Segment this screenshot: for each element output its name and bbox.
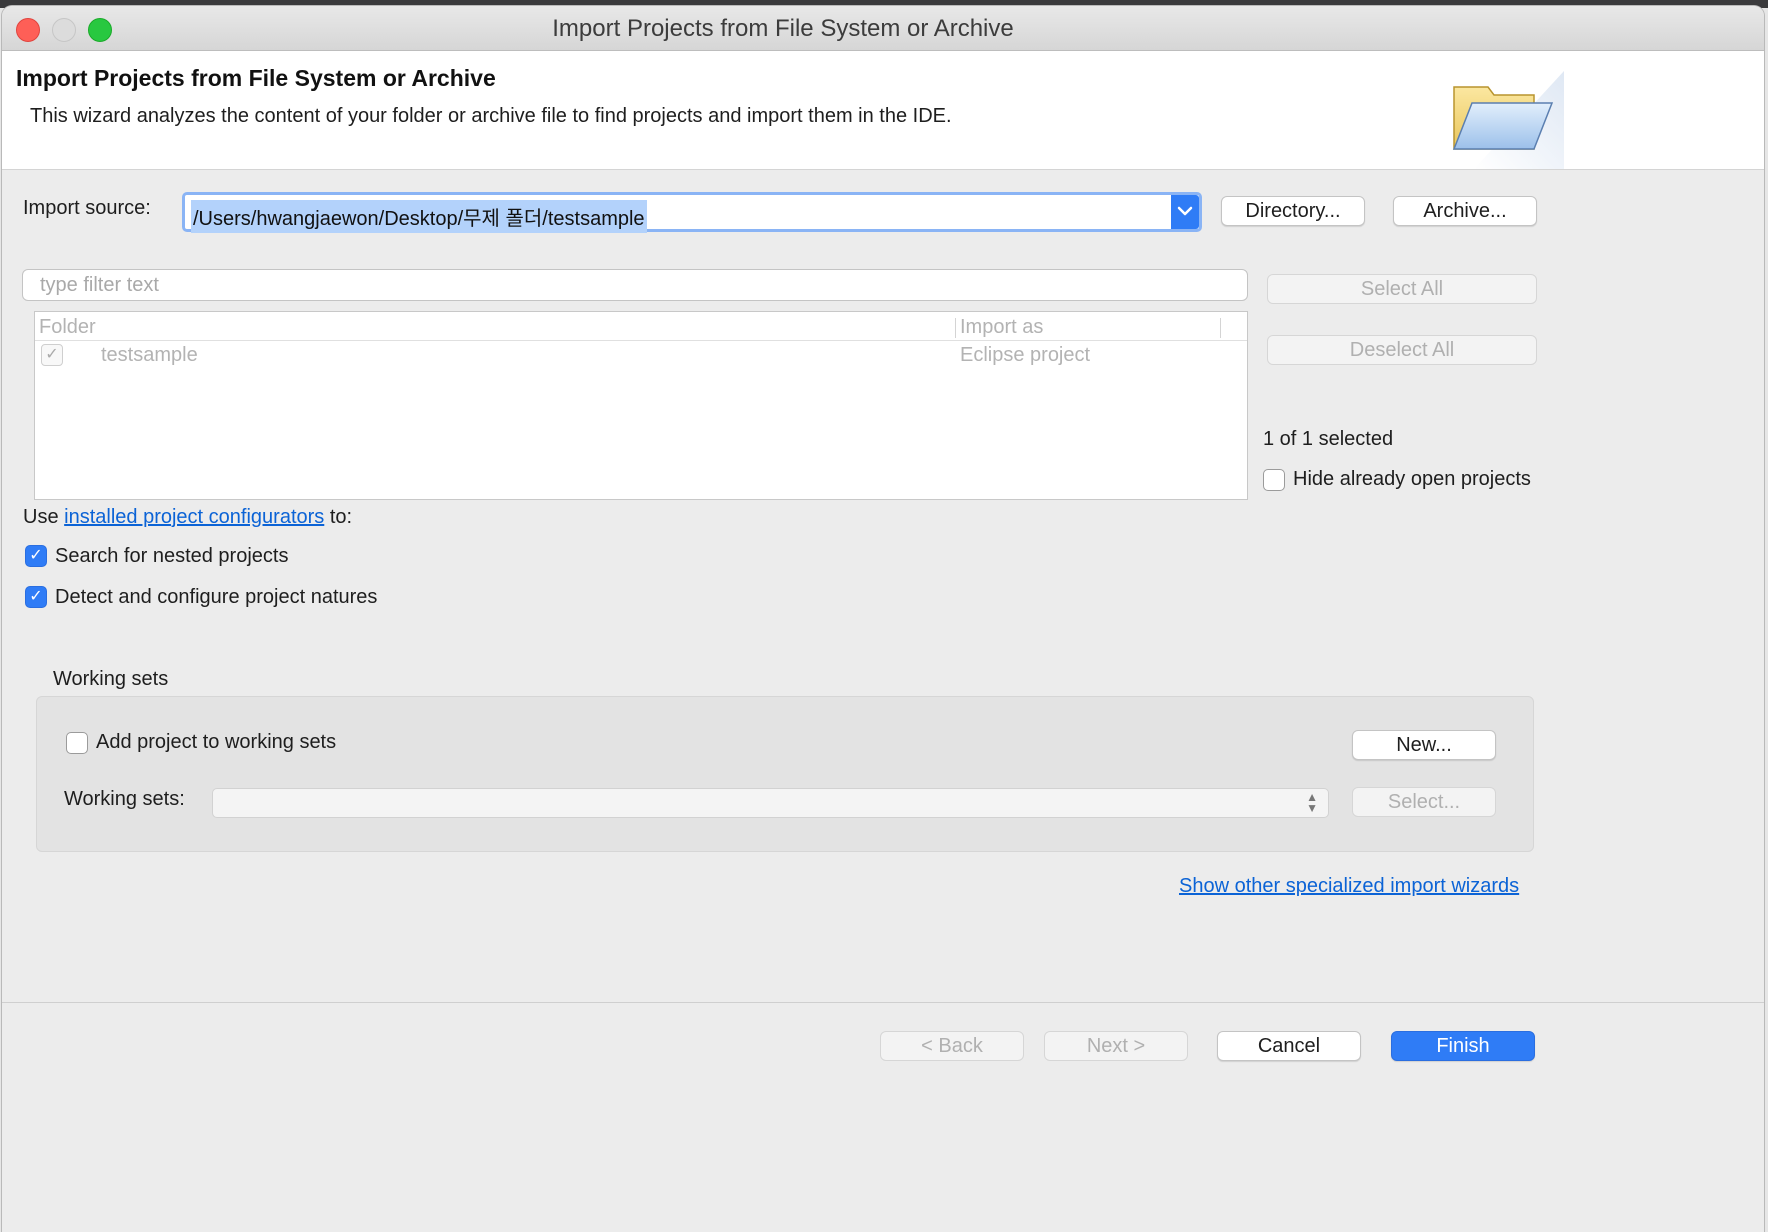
finish-button[interactable]: Finish <box>1391 1031 1535 1061</box>
add-to-working-sets-checkbox[interactable] <box>66 732 88 754</box>
import-dialog: Import Projects from File System or Arch… <box>2 6 1764 1232</box>
archive-button[interactable]: Archive... <box>1393 196 1537 226</box>
column-header-folder[interactable]: Folder <box>39 316 96 339</box>
column-divider[interactable] <box>1220 318 1221 338</box>
hide-open-projects-label[interactable]: Hide already open projects <box>1293 468 1531 491</box>
cancel-button[interactable]: Cancel <box>1217 1031 1361 1061</box>
working-sets-group-label: Working sets <box>53 668 169 690</box>
working-sets-panel <box>36 696 1534 852</box>
nested-projects-label[interactable]: Search for nested projects <box>55 545 288 568</box>
header-divider <box>35 340 1247 341</box>
import-source-combo[interactable]: /Users/hwangjaewon/Desktop/무제 폴더/testsam… <box>182 192 1202 233</box>
window-title: Import Projects from File System or Arch… <box>552 15 1014 42</box>
new-working-set-button[interactable]: New... <box>1352 730 1496 760</box>
next-button[interactable]: Next > <box>1044 1031 1188 1061</box>
working-sets-select[interactable]: ▲ ▼ <box>212 788 1329 818</box>
footer-divider <box>2 1002 1764 1003</box>
add-to-working-sets-label[interactable]: Add project to working sets <box>96 731 336 754</box>
wizard-description: This wizard analyzes the content of your… <box>30 105 952 127</box>
detect-natures-checkbox[interactable]: ✓ <box>25 586 47 608</box>
installed-configurators-link[interactable]: installed project configurators <box>64 506 324 528</box>
row-checkbox[interactable]: ✓ <box>41 344 63 366</box>
import-source-value[interactable]: /Users/hwangjaewon/Desktop/무제 폴더/testsam… <box>191 200 647 233</box>
wizard-header: Import Projects from File System or Arch… <box>2 51 1764 170</box>
show-other-wizards-link[interactable]: Show other specialized import wizards <box>1179 875 1519 898</box>
column-header-import-as[interactable]: Import as <box>960 316 1043 339</box>
detect-natures-label[interactable]: Detect and configure project natures <box>55 586 377 609</box>
column-divider[interactable] <box>955 318 956 338</box>
title-bar: Import Projects from File System or Arch… <box>2 6 1764 51</box>
back-button[interactable]: < Back <box>880 1031 1024 1061</box>
updown-arrows-icon: ▲ ▼ <box>1306 790 1318 815</box>
configurators-prefix: Use <box>23 506 59 528</box>
deselect-all-button[interactable]: Deselect All <box>1267 335 1537 365</box>
wizard-title: Import Projects from File System or Arch… <box>16 65 496 91</box>
folder-icon <box>1434 51 1564 169</box>
directory-button[interactable]: Directory... <box>1221 196 1365 226</box>
nested-projects-checkbox[interactable]: ✓ <box>25 545 47 567</box>
row-import-as: Eclipse project <box>960 344 1091 366</box>
hide-open-projects-checkbox[interactable] <box>1263 469 1285 491</box>
select-working-sets-button[interactable]: Select... <box>1352 787 1496 817</box>
filter-input[interactable] <box>22 269 1248 301</box>
chevron-down-icon <box>1177 206 1193 216</box>
projects-table: Folder Import as ✓ testsample Eclipse pr… <box>34 311 1248 500</box>
import-source-label: Import source: <box>23 197 151 219</box>
row-folder: testsample <box>101 344 198 366</box>
combo-dropdown-button[interactable] <box>1171 195 1199 229</box>
working-sets-field-label: Working sets: <box>64 788 185 810</box>
selection-status: 1 of 1 selected <box>1263 428 1394 450</box>
select-all-button[interactable]: Select All <box>1267 274 1537 304</box>
configurators-line: Use installed project configurators to: <box>23 506 352 529</box>
configurators-suffix: to: <box>329 506 353 528</box>
